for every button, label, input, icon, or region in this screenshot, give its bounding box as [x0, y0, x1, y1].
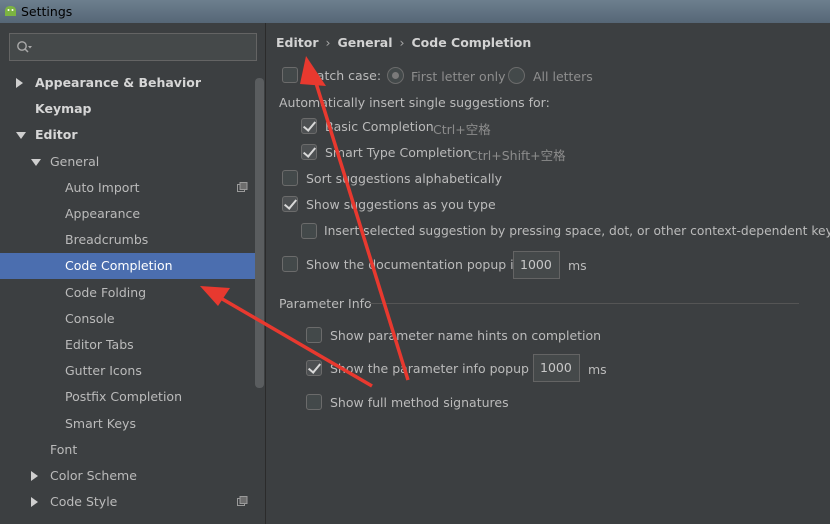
basic-completion-checkbox[interactable]: [301, 118, 317, 134]
breadcrumb-general[interactable]: General: [338, 35, 393, 50]
all-letters-label: All letters: [533, 69, 593, 84]
chevron-right-icon[interactable]: [31, 497, 38, 508]
sidebar-item-label: General: [50, 153, 100, 169]
android-icon: [5, 6, 16, 16]
basic-completion-shortcut: Ctrl+空格: [433, 122, 491, 137]
sidebar-item-editor-tabs[interactable]: Editor Tabs: [0, 332, 255, 358]
smart-type-shortcut: Ctrl+Shift+空格: [469, 148, 566, 163]
sidebar-item-gutter-icons[interactable]: Gutter Icons: [0, 358, 255, 384]
window-title-bar[interactable]: Settings: [0, 0, 830, 23]
param-info-popup-label: Show the parameter info popup in: [330, 361, 545, 376]
insert-selected-label: Insert selected suggestion by pressing s…: [324, 224, 830, 238]
sidebar-item-postfix-completion[interactable]: Postfix Completion: [0, 384, 255, 410]
sidebar-item-label: Keymap: [35, 101, 92, 117]
first-letter-label: First letter only: [411, 69, 506, 84]
sidebar-item-label: Code Folding: [65, 284, 147, 300]
sort-alpha-checkbox[interactable]: [282, 170, 298, 186]
project-scope-icon: [237, 496, 248, 507]
match-case-checkbox[interactable]: [282, 67, 298, 83]
sidebar-item-label: Editor: [35, 127, 78, 143]
chevron-down-icon[interactable]: [31, 158, 41, 166]
sidebar-item-smart-keys[interactable]: Smart Keys: [0, 411, 255, 437]
settings-content-panel: Editor › General › Code Completion Match cas…: [267, 23, 830, 524]
search-icon: [17, 41, 32, 53]
sidebar-item-general[interactable]: General: [0, 149, 255, 175]
sidebar-item-code-completion[interactable]: Code Completion: [0, 253, 255, 280]
breadcrumb: Editor › General › Code Completion: [276, 35, 531, 50]
match-case-label: Match case:: [306, 68, 382, 83]
sidebar-item-appearance[interactable]: Appearance: [0, 201, 255, 227]
param-info-unit: ms: [588, 362, 607, 377]
full-signatures-label: Show full method signatures: [330, 395, 509, 410]
settings-tree-panel: Appearance & Behavior Keymap Editor General…: [0, 23, 266, 524]
breadcrumb-separator-icon: ›: [325, 35, 331, 50]
sidebar-scrollbar[interactable]: [255, 78, 264, 388]
sidebar-item-breadcrumbs[interactable]: Breadcrumbs: [0, 227, 255, 253]
first-letter-radio[interactable]: [387, 67, 404, 84]
insert-selected-checkbox[interactable]: [301, 223, 317, 239]
sidebar-item-label: Font: [50, 441, 78, 457]
doc-popup-checkbox[interactable]: [282, 256, 298, 272]
sidebar-item-label: Code Completion: [65, 258, 173, 274]
sidebar-item-color-scheme[interactable]: Color Scheme: [0, 463, 255, 489]
doc-popup-label: Show the documentation popup in: [306, 257, 522, 272]
sidebar-item-font[interactable]: Font: [0, 437, 255, 463]
sidebar-item-label: Console: [65, 310, 115, 326]
chevron-right-icon[interactable]: [16, 78, 23, 88]
sidebar-item-label: Appearance: [65, 206, 141, 221]
chevron-down-icon[interactable]: [16, 132, 26, 140]
sidebar-item-code-folding[interactable]: Code Folding: [0, 280, 255, 306]
sidebar-item-appearance-behavior[interactable]: Appearance & Behavior: [0, 70, 255, 96]
sort-alpha-label: Sort suggestions alphabetically: [306, 171, 503, 186]
param-name-hints-checkbox[interactable]: [306, 327, 322, 343]
sidebar-item-label: Appearance & Behavior: [35, 75, 201, 90]
breadcrumb-editor[interactable]: Editor: [276, 35, 319, 50]
window-title: Settings: [21, 4, 73, 19]
auto-insert-heading: Automatically insert single suggestions …: [279, 95, 550, 110]
param-info-delay-input[interactable]: 1000: [533, 354, 580, 382]
doc-popup-unit: ms: [568, 258, 587, 273]
sidebar-item-label: Code Style: [50, 494, 118, 510]
sidebar-item-label: Postfix Completion: [65, 389, 182, 405]
parameter-info-heading: Parameter Info: [279, 296, 372, 311]
chevron-right-icon[interactable]: [31, 471, 38, 481]
show-as-type-checkbox[interactable]: [282, 196, 298, 212]
project-scope-icon: [237, 181, 248, 192]
sidebar-item-auto-import[interactable]: Auto Import: [0, 175, 255, 201]
param-info-popup-checkbox[interactable]: [306, 360, 322, 376]
sidebar-item-label: Auto Import: [65, 179, 140, 195]
sidebar-item-console[interactable]: Console: [0, 306, 255, 332]
section-divider: [367, 303, 799, 304]
breadcrumb-separator-icon: ›: [399, 35, 405, 50]
param-name-hints-label: Show parameter name hints on completion: [330, 328, 602, 343]
breadcrumb-code-completion: Code Completion: [411, 35, 532, 50]
all-letters-radio[interactable]: [508, 67, 525, 84]
sidebar-item-editor[interactable]: Editor: [0, 122, 255, 148]
search-input[interactable]: [9, 33, 257, 61]
sidebar-item-label: Gutter Icons: [65, 363, 142, 379]
sidebar-item-keymap[interactable]: Keymap: [0, 96, 255, 122]
sidebar-item-label: Color Scheme: [50, 468, 137, 483]
full-signatures-checkbox[interactable]: [306, 394, 322, 410]
smart-type-checkbox[interactable]: [301, 144, 317, 160]
sidebar-item-code-style[interactable]: Code Style: [0, 489, 255, 515]
doc-popup-delay-input[interactable]: 1000: [513, 251, 560, 279]
sidebar-item-label: Breadcrumbs: [65, 232, 149, 248]
sidebar-item-label: Smart Keys: [65, 415, 136, 431]
basic-completion-label: Basic Completion: [325, 119, 434, 134]
sidebar-item-label: Editor Tabs: [65, 337, 134, 352]
smart-type-label: Smart Type Completion: [325, 145, 472, 160]
show-as-type-label: Show suggestions as you type: [306, 197, 496, 212]
